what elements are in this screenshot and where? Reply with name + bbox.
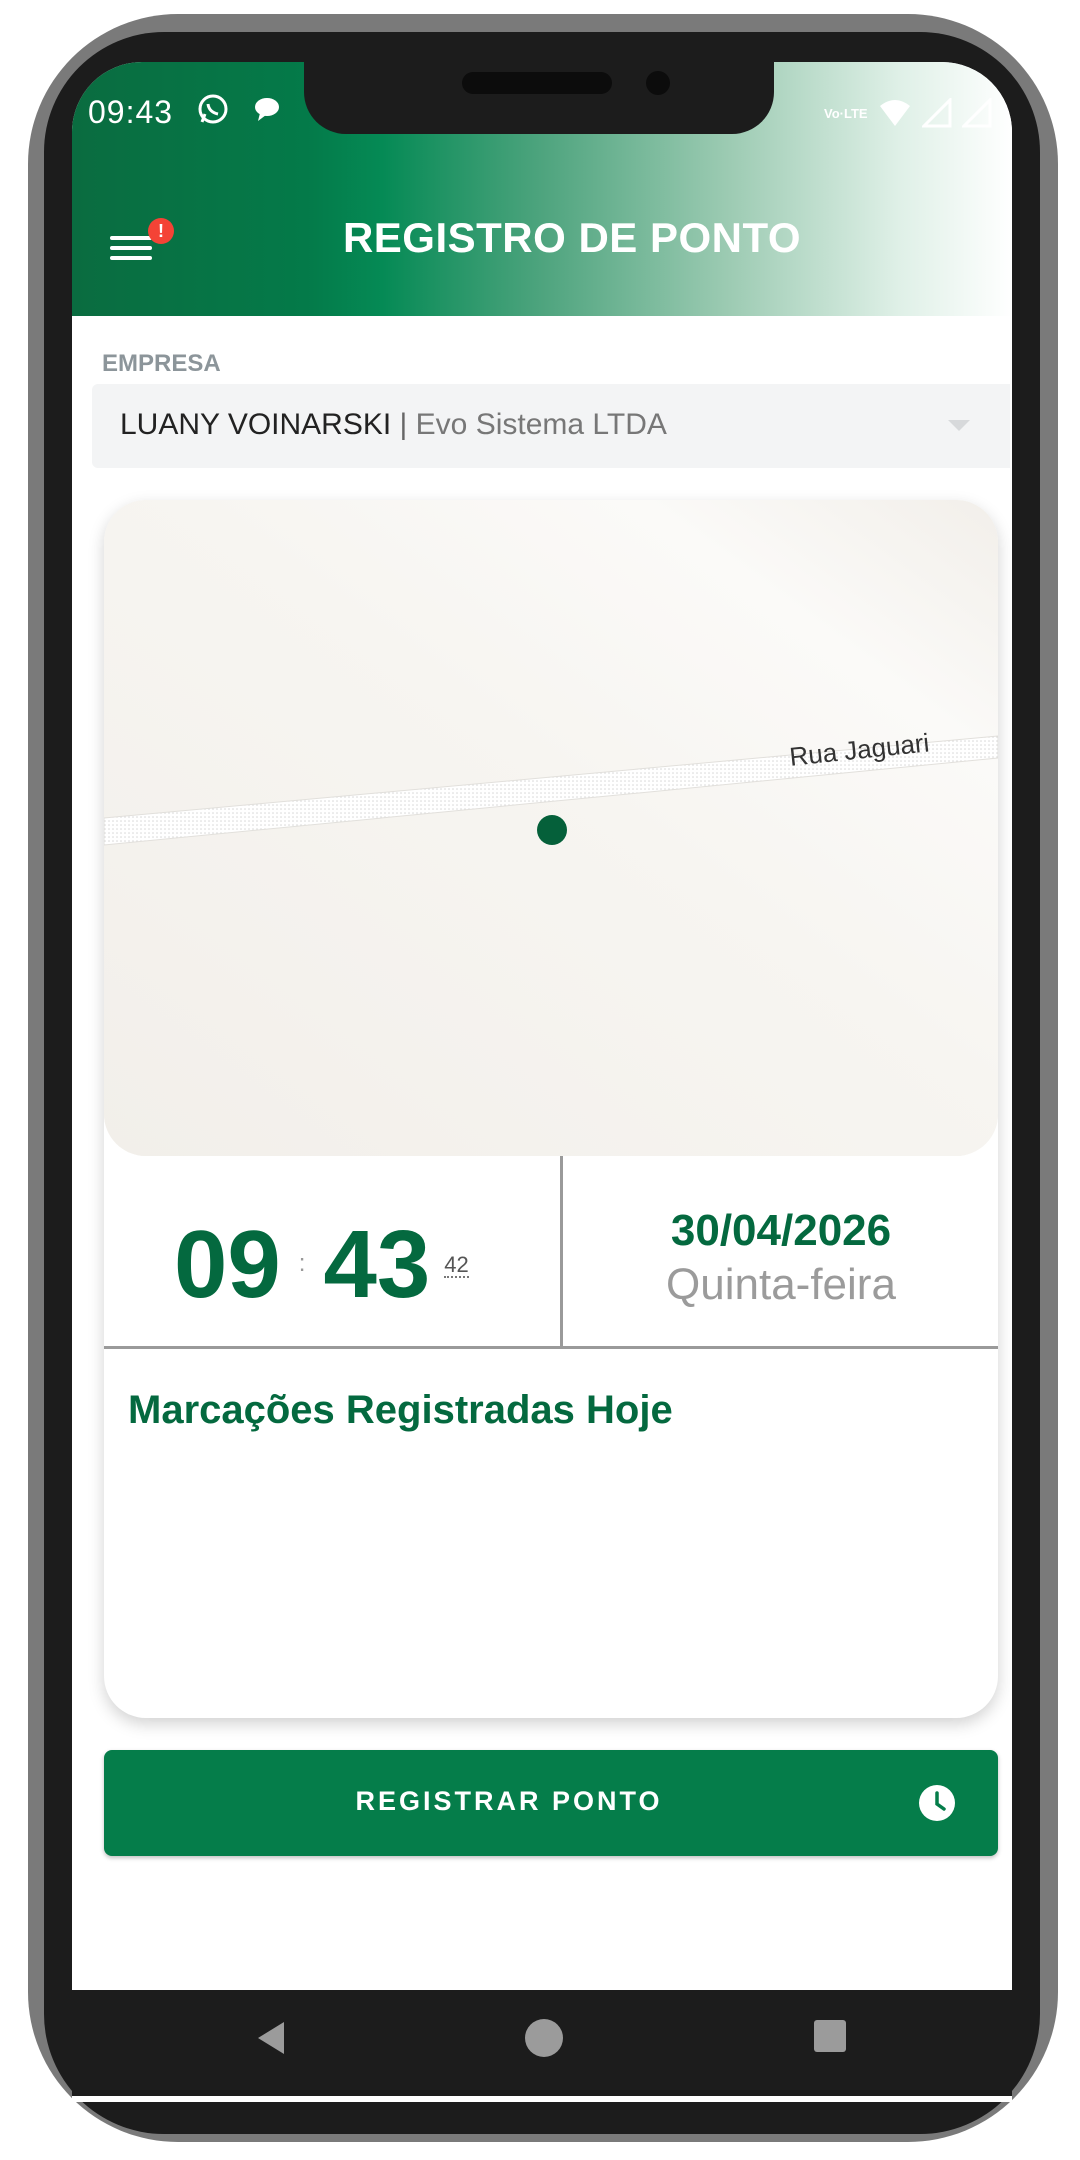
- chat-bubble-icon: [255, 98, 279, 121]
- menu-alert-badge: !: [148, 218, 174, 244]
- empresa-selected-value: LUANY VOINARSKI | Evo Sistema LTDA: [120, 408, 667, 442]
- recent-apps-icon[interactable]: [812, 2018, 848, 2054]
- app-screen: 09:43 Vo·LTE ! REGISTRO DE PONTO EMPRESA…: [72, 62, 1012, 2102]
- menu-icon-bar: [110, 236, 152, 240]
- status-time: 09:43: [88, 94, 174, 130]
- speaker-grille: [462, 72, 612, 94]
- front-camera: [646, 71, 670, 95]
- location-map[interactable]: Rua Jaguari: [104, 500, 998, 1156]
- menu-button[interactable]: !: [104, 218, 174, 272]
- current-weekday: Quinta-feira: [666, 1260, 896, 1309]
- wifi-icon: [879, 100, 910, 126]
- system-navigation-bar: [72, 1990, 1012, 2096]
- time-minutes: 43: [323, 1211, 431, 1318]
- current-date: 30/04/2026: [670, 1206, 892, 1255]
- chevron-down-icon: [948, 420, 970, 431]
- time-hours: 09: [174, 1211, 281, 1318]
- empresa-separator: |: [391, 408, 416, 441]
- register-button-label: REGISTRAR PONTO: [355, 1786, 663, 1816]
- signal-icon: [921, 98, 952, 128]
- system-status-icons: Vo·LTE: [824, 98, 992, 128]
- time-colon: :: [298, 1250, 306, 1277]
- company-name: Evo Sistema LTDA: [415, 408, 667, 441]
- current-time: 09 : 43 42: [174, 1210, 469, 1320]
- home-icon[interactable]: [524, 2018, 564, 2058]
- clock-icon: [919, 1785, 955, 1821]
- back-icon[interactable]: [254, 2018, 288, 2058]
- menu-icon-bar: [110, 256, 152, 260]
- marks-section-title: Marcações Registradas Hoje: [128, 1388, 673, 1432]
- location-pin: [537, 815, 567, 845]
- camera-notch: [304, 62, 774, 134]
- menu-icon-bar: [110, 246, 152, 250]
- map-canvas: [104, 500, 998, 1156]
- empresa-label: EMPRESA: [102, 350, 221, 377]
- volte-indicator: Vo·LTE: [824, 105, 868, 121]
- page-title: REGISTRO DE PONTO: [342, 214, 802, 261]
- notification-icons: [196, 92, 284, 126]
- time-card: Rua Jaguari 09 : 43 42 30/04/2026 Quinta…: [104, 500, 998, 1718]
- register-button[interactable]: REGISTRAR PONTO: [104, 1750, 998, 1856]
- employee-name: LUANY VOINARSKI: [120, 408, 392, 441]
- vertical-divider: [560, 1156, 563, 1346]
- whatsapp-icon: [198, 94, 228, 124]
- signal-icon-secondary: [961, 98, 992, 128]
- empresa-select[interactable]: LUANY VOINARSKI | Evo Sistema LTDA: [92, 384, 1010, 468]
- time-seconds: 42: [444, 1252, 469, 1278]
